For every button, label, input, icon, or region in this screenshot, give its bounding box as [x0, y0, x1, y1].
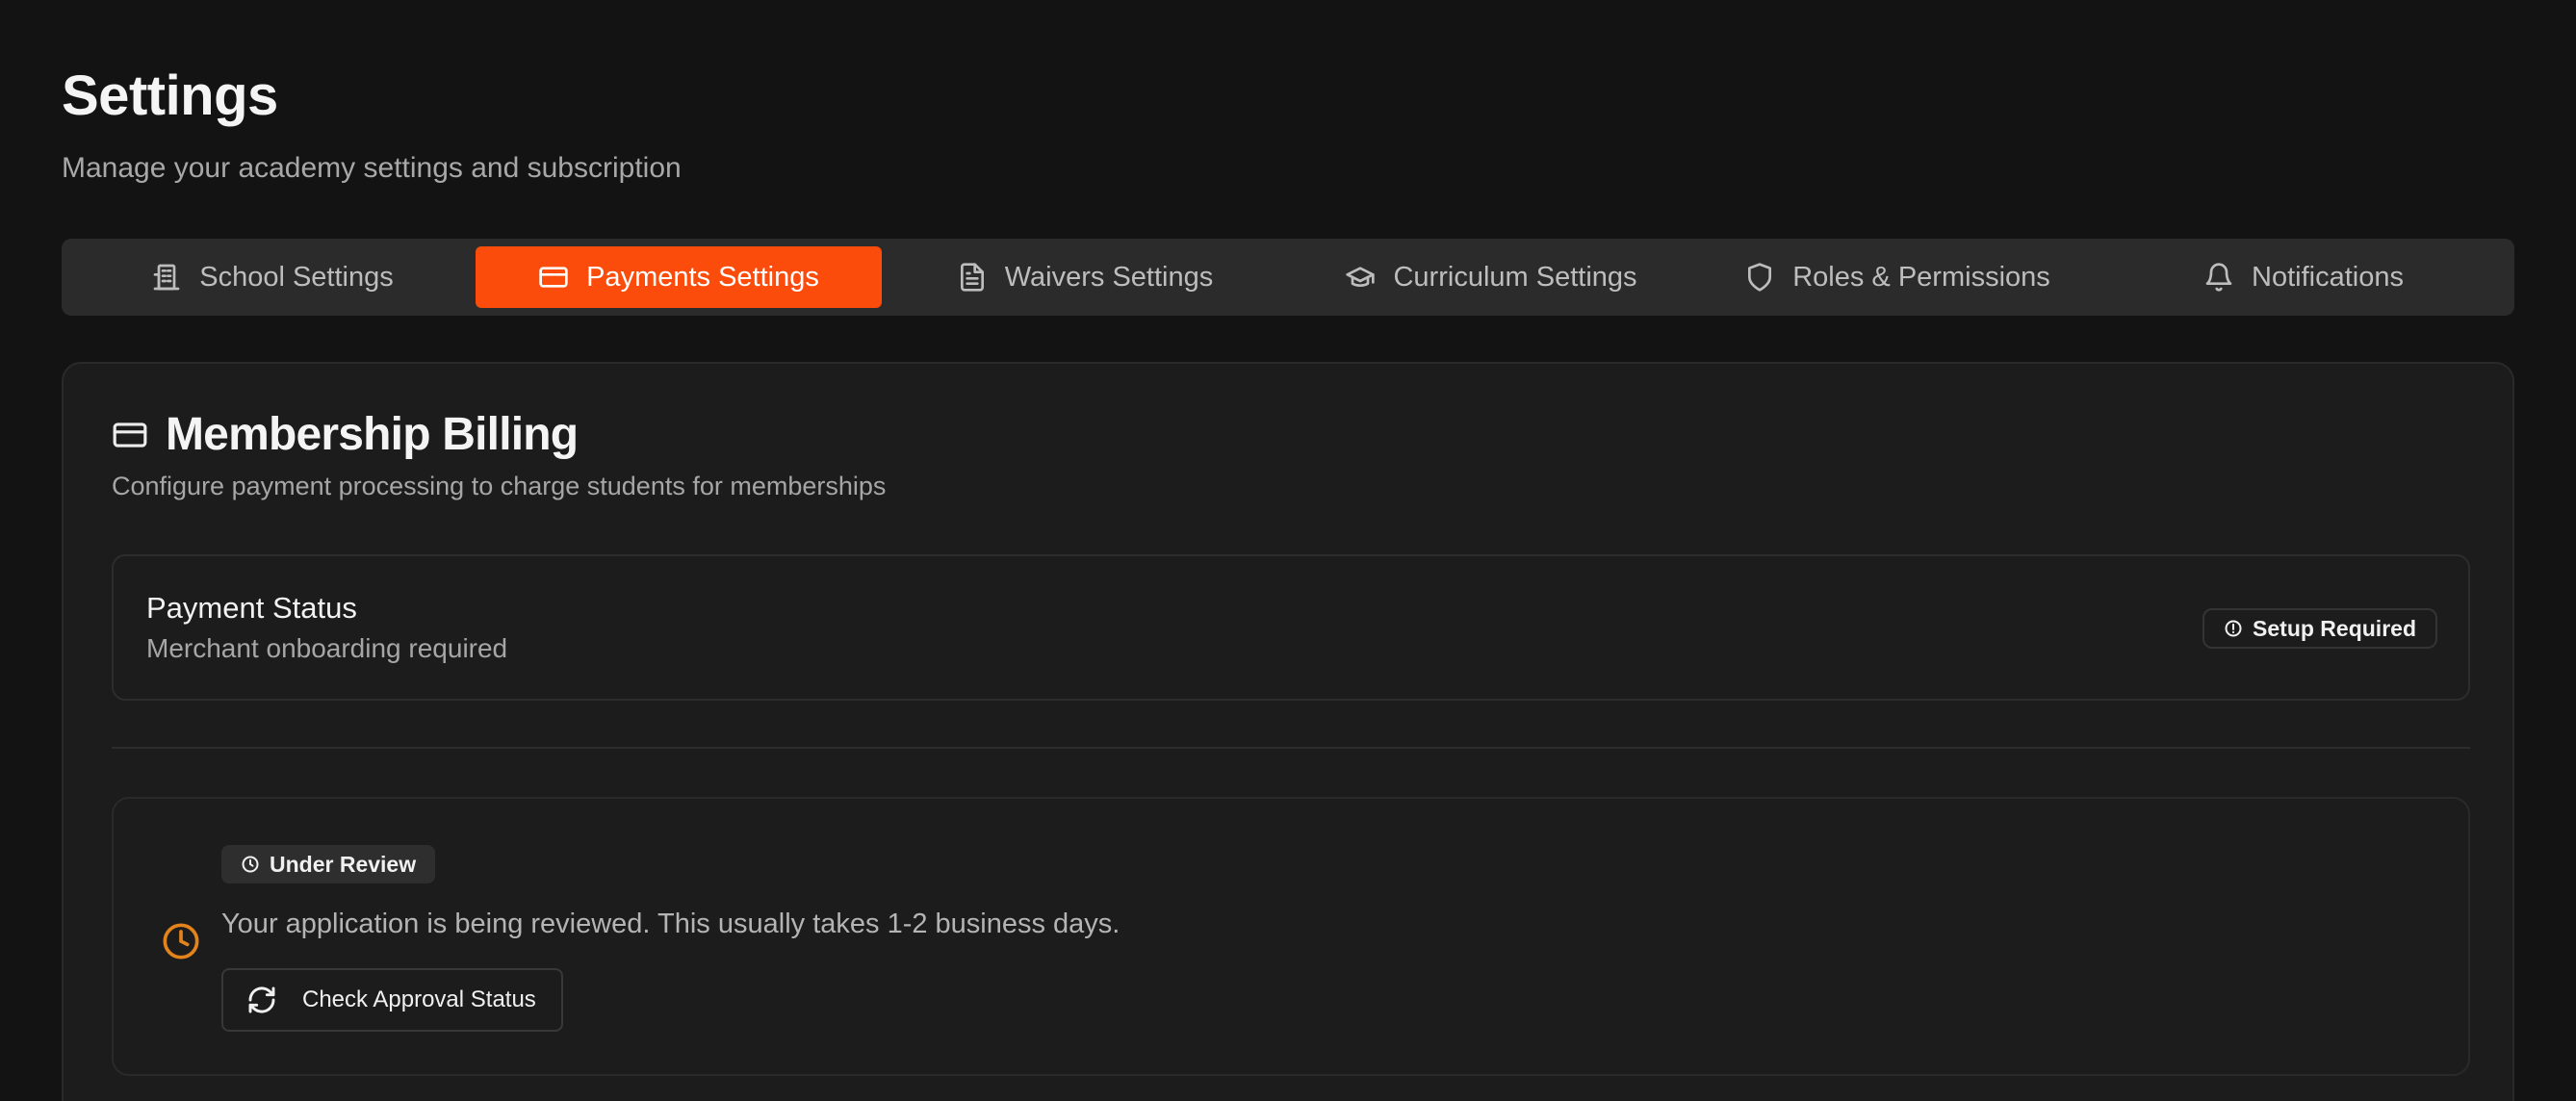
tab-label: Waivers Settings — [1004, 261, 1214, 293]
under-review-badge: Under Review — [221, 845, 436, 883]
badge-label: Under Review — [270, 851, 417, 877]
tab-curriculum-settings[interactable]: Curriculum Settings — [1288, 246, 1694, 308]
tab-payments-settings[interactable]: Payments Settings — [476, 246, 882, 308]
page-title: Settings — [62, 64, 278, 127]
payment-status-subtitle: Merchant onboarding required — [146, 633, 508, 663]
check-approval-status-button[interactable]: Check Approval Status — [221, 968, 563, 1032]
membership-billing-card: Membership Billing Configure payment pro… — [62, 362, 2514, 1101]
tab-label: Notifications — [2252, 261, 2404, 293]
shield-icon — [1748, 263, 1772, 292]
document-icon — [960, 263, 984, 292]
review-message: Your application is being reviewed. This… — [221, 909, 1121, 939]
application-review-panel: Under Review Your application is being r… — [112, 797, 2470, 1076]
tab-waivers-settings[interactable]: Waivers Settings — [882, 246, 1288, 308]
settings-tabbar: School Settings Payments Settings Waiver… — [62, 239, 2514, 316]
page-subtitle: Manage your academy settings and subscri… — [62, 152, 682, 184]
button-label: Check Approval Status — [302, 986, 536, 1012]
badge-label: Setup Required — [2253, 615, 2416, 641]
refresh-icon — [248, 986, 275, 1013]
credit-card-icon — [113, 422, 147, 448]
card-title-text: Membership Billing — [166, 409, 579, 460]
graduation-cap-icon — [1346, 267, 1376, 287]
building-icon — [153, 264, 180, 291]
clock-icon — [242, 856, 259, 873]
bell-icon — [2205, 263, 2232, 292]
tab-label: Curriculum Settings — [1393, 261, 1637, 293]
tab-label: Payments Settings — [586, 261, 819, 293]
setup-required-badge: Setup Required — [2202, 608, 2437, 649]
settings-page: Settings Manage your academy settings an… — [0, 0, 2576, 1101]
payment-status-panel: Payment Status Merchant onboarding requi… — [112, 554, 2470, 701]
card-description: Configure payment processing to charge s… — [112, 472, 887, 500]
card-title: Membership Billing — [112, 408, 579, 461]
divider — [112, 747, 2470, 749]
tab-label: Roles & Permissions — [1792, 261, 2050, 293]
alert-circle-icon — [2225, 620, 2242, 637]
tab-notifications[interactable]: Notifications — [2100, 246, 2507, 308]
tab-roles-permissions[interactable]: Roles & Permissions — [1694, 246, 2100, 308]
pending-clock-icon — [162, 922, 200, 960]
payment-status-title: Payment Status — [146, 591, 357, 625]
tab-school-settings[interactable]: School Settings — [69, 246, 476, 308]
tab-label: School Settings — [199, 261, 394, 293]
credit-card-icon — [539, 267, 568, 288]
